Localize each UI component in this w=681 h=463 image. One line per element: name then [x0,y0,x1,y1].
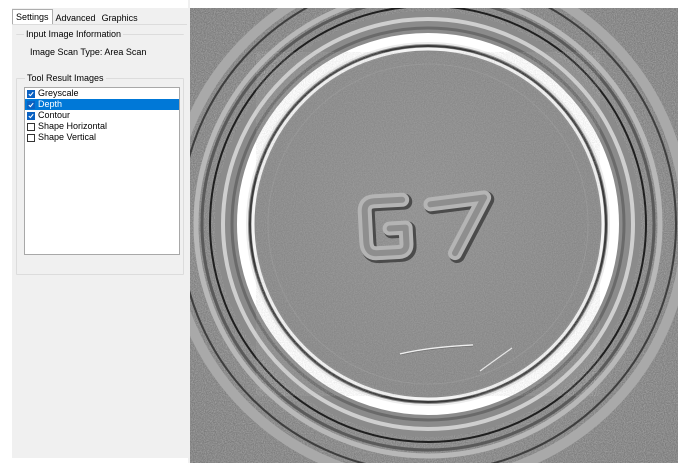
input-image-info-group: Input Image Information Image Scan Type:… [16,29,184,61]
app-window: Settings Advanced Graphics Input Image I… [0,0,681,463]
depth-checkbox[interactable] [27,100,35,109]
tab-settings[interactable]: Settings [12,9,53,24]
contour-checkbox[interactable] [27,111,35,120]
shape-horizontal-checkbox[interactable] [27,122,35,131]
depth-image [190,8,678,463]
image-viewer[interactable] [190,8,678,463]
list-item-shape-vertical[interactable]: Shape Vertical [25,132,179,143]
greyscale-checkbox[interactable] [27,89,35,98]
settings-panel: Settings Advanced Graphics Input Image I… [12,8,188,458]
shape-vertical-label: Shape Vertical [38,132,97,142]
depth-label: Depth [38,99,63,109]
image-scan-type-label: Image Scan Type: Area Scan [30,47,147,57]
contour-label: Contour [38,110,71,120]
list-item-depth[interactable]: Depth [25,99,179,110]
tab-advanced[interactable]: Advanced [53,12,99,24]
greyscale-label: Greyscale [38,88,79,98]
list-item-greyscale[interactable]: Greyscale [25,88,179,99]
input-image-info-title: Input Image Information [24,29,124,39]
shape-vertical-checkbox[interactable] [27,133,35,142]
settings-tab-body: Input Image Information Image Scan Type:… [12,24,187,458]
list-item-contour[interactable]: Contour [25,110,179,121]
list-item-shape-horizontal[interactable]: Shape Horizontal [25,121,179,132]
tab-strip: Settings Advanced Graphics [12,9,141,24]
tool-result-images-group: Tool Result Images Greyscale Depth Conto… [16,73,184,275]
tab-graphics[interactable]: Graphics [99,12,141,24]
tool-result-images-list[interactable]: Greyscale Depth Contour Shape Horizontal… [24,87,180,255]
tool-result-images-title: Tool Result Images [25,73,106,83]
shape-horizontal-label: Shape Horizontal [38,121,108,131]
